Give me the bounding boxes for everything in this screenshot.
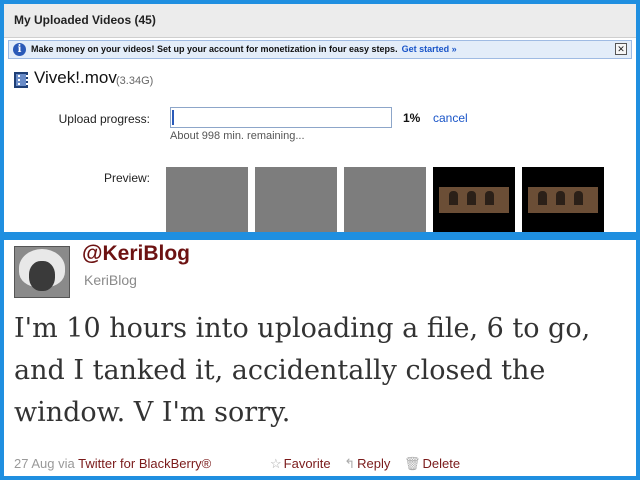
tweet-source-link[interactable]: Twitter for BlackBerry® (78, 456, 211, 471)
frame-person (485, 191, 494, 205)
preview-thumbnail[interactable] (433, 167, 515, 232)
delete-label: Delete (422, 456, 461, 471)
delete-button[interactable]: 🗑 Delete (404, 456, 460, 471)
frame-person (449, 191, 458, 205)
banner-message: Make money on your videos! Set up your a… (31, 44, 457, 54)
banner-text: Make money on your videos! Set up your a… (31, 44, 398, 54)
tweet-panel: @KeriBlog KeriBlog I'm 10 hours into upl… (4, 240, 636, 476)
get-started-link[interactable]: Get started » (402, 44, 457, 54)
tweet-date[interactable]: 27 Aug (14, 456, 55, 471)
preview-thumbnail[interactable] (344, 167, 426, 232)
video-frame (439, 187, 509, 213)
upload-progress-label: Upload progress: (58, 112, 150, 126)
reply-button[interactable]: ↰ Reply (344, 456, 390, 471)
file-name: Vivek!.mov (34, 68, 117, 87)
preview-thumbnail[interactable] (166, 167, 248, 232)
close-icon[interactable]: ✕ (615, 43, 627, 55)
upload-title: My Uploaded Videos (45) (14, 13, 156, 27)
preview-label: Preview: (103, 171, 150, 185)
tweet-text: I'm 10 hours into uploading a file, 6 to… (14, 313, 591, 428)
upload-progress-bar (170, 107, 392, 128)
monetization-banner: i Make money on your videos! Set up your… (8, 40, 632, 59)
upload-title-bar: My Uploaded Videos (45) (4, 4, 636, 38)
tweet-username: KeriBlog (84, 272, 137, 288)
preview-thumbnail[interactable] (255, 167, 337, 232)
tweet-meta: 27 Aug via Twitter for BlackBerry® (14, 456, 211, 471)
video-frame (528, 187, 598, 213)
avatar-face (29, 261, 55, 291)
upload-progress-fill (172, 110, 174, 125)
cancel-link[interactable]: cancel (433, 111, 468, 125)
tweet-via: via (58, 456, 75, 471)
frame-person (574, 191, 583, 205)
reply-icon: ↰ (344, 456, 356, 471)
favorite-label: Favorite (283, 456, 331, 471)
avatar[interactable] (14, 246, 70, 298)
frame-person (556, 191, 565, 205)
frame-person (467, 191, 476, 205)
info-icon: i (13, 43, 26, 56)
preview-thumbnail[interactable] (522, 167, 604, 232)
reply-label: Reply (357, 456, 391, 471)
upload-panel: My Uploaded Videos (45) i Make money on … (4, 4, 636, 232)
frame-person (538, 191, 547, 205)
preview-thumbnails (166, 167, 606, 232)
tweet-handle[interactable]: @KeriBlog (82, 242, 190, 266)
star-icon: ☆ (270, 456, 282, 471)
time-remaining: About 998 min. remaining... (170, 130, 305, 142)
upload-percent: 1% (403, 111, 421, 125)
tweet-actions: ☆ Favorite ↰ Reply 🗑 Delete (270, 456, 470, 472)
trash-icon: 🗑 (404, 456, 421, 471)
file-size: (3.34G) (116, 75, 154, 87)
film-icon (14, 72, 28, 88)
favorite-button[interactable]: ☆ Favorite (270, 456, 331, 471)
